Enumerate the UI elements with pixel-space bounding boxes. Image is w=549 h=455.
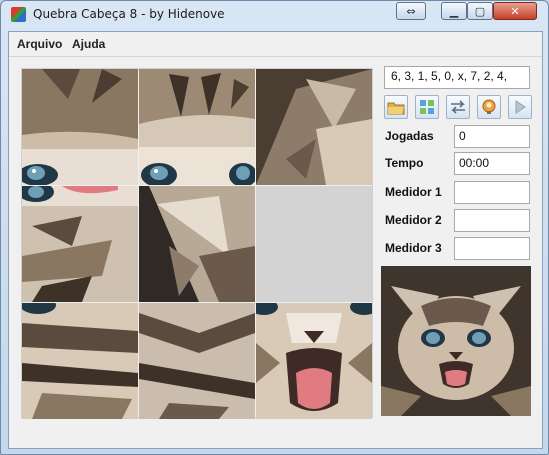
- tempo-label: Tempo: [385, 156, 424, 170]
- puzzle-tile[interactable]: [139, 69, 255, 185]
- tempo-field[interactable]: 00:00: [454, 152, 530, 175]
- jogadas-label: Jogadas: [385, 129, 434, 143]
- solve-icon: [451, 100, 465, 114]
- hint-icon: [482, 99, 496, 114]
- medidor-1-field[interactable]: [454, 181, 530, 204]
- puzzle-tile[interactable]: [22, 303, 138, 419]
- puzzle-tile[interactable]: [139, 186, 255, 302]
- preview-image: [381, 266, 531, 416]
- close-button[interactable]: ✕: [493, 2, 537, 20]
- hint-button[interactable]: [477, 95, 501, 119]
- puzzle-tile[interactable]: [22, 186, 138, 302]
- medidor-3-field[interactable]: [454, 237, 530, 260]
- empty-slot: [256, 186, 372, 302]
- resize-toggle-button[interactable]: ⇔: [396, 2, 426, 20]
- menu-ajuda[interactable]: Ajuda: [72, 37, 105, 51]
- menu-arquivo[interactable]: Arquivo: [17, 37, 62, 51]
- play-button[interactable]: [508, 95, 532, 119]
- client-area: Arquivo Ajuda 6, 3, 1, 5, 0, x, 7, 2, 4,…: [8, 31, 543, 449]
- sequence-field[interactable]: 6, 3, 1, 5, 0, x, 7, 2, 4,: [384, 66, 530, 89]
- puzzle-tile[interactable]: [22, 69, 138, 185]
- puzzle-tile[interactable]: [256, 69, 372, 185]
- maximize-icon: ▢: [474, 4, 486, 18]
- medidor-2-field[interactable]: [454, 209, 530, 232]
- medidor-1-label: Medidor 1: [385, 185, 442, 199]
- medidor-2-label: Medidor 2: [385, 213, 442, 227]
- solve-button[interactable]: [446, 95, 470, 119]
- title-bar[interactable]: Quebra Cabeça 8 - by Hidenove ⇔ ▁ ▢ ✕: [1, 1, 548, 30]
- shuffle-grid-icon: [420, 100, 434, 114]
- close-icon: ✕: [510, 4, 520, 18]
- minimize-icon: ▁: [449, 4, 459, 18]
- app-window: Quebra Cabeça 8 - by Hidenove ⇔ ▁ ▢ ✕ Ar…: [0, 0, 549, 455]
- play-icon: [515, 100, 526, 114]
- menu-bar: Arquivo Ajuda: [9, 32, 542, 57]
- puzzle-tile[interactable]: [256, 303, 372, 419]
- double-arrow-icon: ⇔: [406, 4, 416, 18]
- minimize-button[interactable]: ▁: [441, 2, 467, 20]
- medidor-3-label: Medidor 3: [385, 241, 442, 255]
- puzzle-tile[interactable]: [139, 303, 255, 419]
- window-title: Quebra Cabeça 8 - by Hidenove: [33, 7, 225, 21]
- open-button[interactable]: [384, 95, 408, 119]
- puzzle-board: [21, 68, 373, 419]
- maximize-button[interactable]: ▢: [467, 2, 493, 20]
- open-folder-icon: [387, 102, 405, 115]
- jogadas-field[interactable]: 0: [454, 125, 530, 148]
- shuffle-button[interactable]: [415, 95, 439, 119]
- app-icon: [11, 7, 26, 22]
